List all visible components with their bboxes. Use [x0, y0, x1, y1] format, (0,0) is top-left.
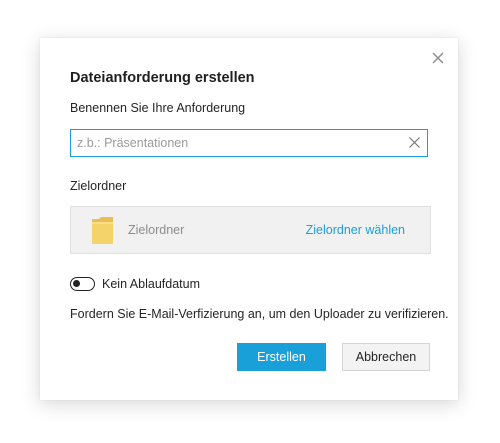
target-folder-label: Zielordner	[70, 179, 127, 193]
file-request-dialog: Dateianforderung erstellen Benennen Sie …	[40, 38, 458, 400]
close-button[interactable]	[430, 50, 446, 66]
folder-name: Zielordner	[128, 223, 185, 237]
toggle-knob	[73, 280, 80, 287]
clear-icon	[409, 137, 420, 148]
folder-icon	[92, 217, 113, 244]
cancel-button[interactable]: Abbrechen	[342, 343, 430, 371]
target-folder-box: Zielordner Zielordner wählen	[70, 206, 431, 254]
expiry-toggle[interactable]	[70, 277, 95, 291]
expiry-toggle-label: Kein Ablaufdatum	[102, 277, 200, 291]
request-name-field	[70, 129, 428, 157]
choose-folder-link[interactable]: Zielordner wählen	[306, 223, 405, 237]
verification-text: Fordern Sie E-Mail-Verfizierung an, um d…	[70, 307, 449, 321]
create-button[interactable]: Erstellen	[237, 343, 326, 371]
request-name-label: Benennen Sie Ihre Anforderung	[70, 101, 246, 115]
request-name-input[interactable]	[71, 130, 402, 155]
dialog-title: Dateianforderung erstellen	[70, 70, 255, 86]
close-icon	[432, 52, 444, 64]
clear-input-button[interactable]	[408, 136, 421, 149]
